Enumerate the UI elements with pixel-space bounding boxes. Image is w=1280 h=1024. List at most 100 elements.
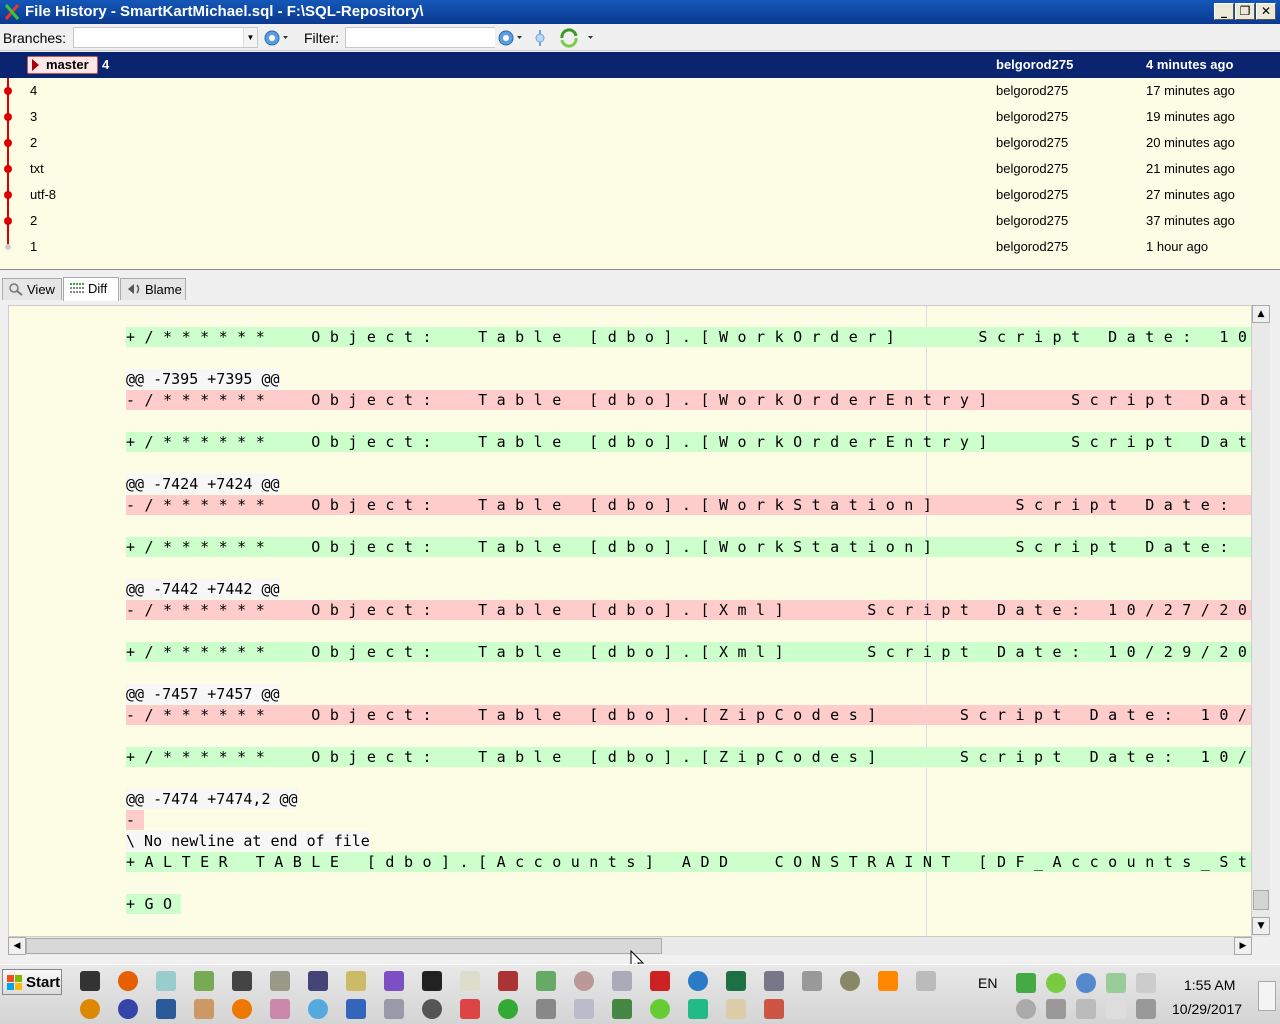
clock-date[interactable]: 10/29/2017: [1172, 1001, 1242, 1017]
commit-row[interactable]: utf-8 belgorod275 27 minutes ago: [0, 182, 1280, 208]
close-button[interactable]: ✕: [1256, 3, 1276, 20]
tray-app-icon[interactable]: [1016, 973, 1036, 993]
commit-row[interactable]: master 4 belgorod275 4 minutes ago: [0, 52, 1280, 78]
tab-label: Blame: [145, 282, 182, 297]
diff-removed-line: -/****** Object: Table [dbo].[WorkOrderE…: [126, 390, 1252, 410]
commit-row[interactable]: 2 belgorod275 37 minutes ago: [0, 208, 1280, 234]
y-app-icon[interactable]: [346, 999, 366, 1019]
tab-view[interactable]: View: [2, 278, 62, 300]
vertical-scroll-thumb[interactable]: [1253, 890, 1269, 910]
branches-label: Branches:: [3, 30, 67, 46]
scroll-down-button[interactable]: ▼: [1252, 917, 1270, 935]
commit-list[interactable]: master 4 belgorod275 4 minutes ago 4 bel…: [0, 52, 1280, 270]
action-center-flag-icon[interactable]: [1106, 999, 1126, 1019]
scroll-right-button[interactable]: ▶: [1234, 937, 1252, 955]
xp-app-icon[interactable]: [574, 999, 594, 1019]
scroll-up-button[interactable]: ▲: [1252, 305, 1270, 323]
commit-row[interactable]: 1 belgorod275 1 hour ago: [0, 234, 1280, 260]
network-app-icon[interactable]: [764, 971, 784, 991]
explorer-app-icon[interactable]: [194, 971, 214, 991]
window-app-icon-2[interactable]: [612, 971, 632, 991]
robot-app-icon[interactable]: [384, 999, 404, 1019]
diff-hunk-header: @@ -7457 +7457 @@: [126, 684, 280, 704]
commit-row[interactable]: 2 belgorod275 20 minutes ago: [0, 130, 1280, 156]
diff-no-newline-note: \ No newline at end of file: [126, 831, 370, 851]
git-extensions-taskbar-icon[interactable]: [346, 971, 366, 991]
chart-app-icon[interactable]: [536, 971, 556, 991]
tray-monitor-icon[interactable]: [1106, 973, 1126, 993]
diff-removed-line: -/****** Object: Table [dbo].[ZipCodes] …: [126, 705, 1252, 725]
folder-icon[interactable]: [726, 999, 746, 1019]
window-app-icon[interactable]: [156, 971, 176, 991]
terminal-icon[interactable]: [80, 971, 100, 991]
filezilla-icon[interactable]: [650, 971, 670, 991]
branches-combo[interactable]: ▼: [73, 27, 258, 48]
tools-app-icon[interactable]: [270, 971, 290, 991]
diff-viewer[interactable]: +/****** Object: Table [dbo].[WorkOrder]…: [8, 305, 1252, 937]
scroll-left-button[interactable]: ◀: [8, 937, 26, 955]
settings-app-icon[interactable]: [840, 971, 860, 991]
soccer-app-icon[interactable]: [422, 999, 442, 1019]
sync-app-icon[interactable]: [650, 999, 670, 1019]
headphones-icon[interactable]: [80, 999, 100, 1019]
vertical-scrollbar[interactable]: ▲ ▼: [1252, 305, 1270, 937]
tray-usb-icon[interactable]: [1136, 973, 1156, 993]
vlc-icon[interactable]: [878, 971, 898, 991]
filter-input[interactable]: [345, 27, 495, 48]
settings-gear-icon[interactable]: [262, 28, 290, 48]
tray-wifi-icon[interactable]: [1046, 999, 1066, 1019]
title-bar: File History - SmartKartMichael.sql - F:…: [0, 0, 1280, 24]
tray-sync-icon[interactable]: [1046, 973, 1066, 993]
tab-label: View: [27, 282, 55, 297]
show-desktop-button[interactable]: [1258, 981, 1276, 1011]
start-button[interactable]: Start: [2, 969, 62, 995]
tray-network-icon[interactable]: [1076, 973, 1096, 993]
commit-row[interactable]: 4 belgorod275 17 minutes ago: [0, 78, 1280, 104]
firefox-icon[interactable]: [118, 971, 138, 991]
copy-app-icon[interactable]: [612, 999, 632, 1019]
speaker-icon[interactable]: [1076, 999, 1096, 1019]
earth-app-icon[interactable]: [498, 999, 518, 1019]
restore-button[interactable]: ❐: [1235, 3, 1255, 20]
language-indicator[interactable]: EN: [978, 975, 997, 991]
monitor-app-icon[interactable]: [156, 999, 176, 1019]
commit-message: 4: [102, 57, 110, 72]
filter-options-gear-icon[interactable]: [496, 28, 524, 48]
commit-author: belgorod275: [996, 239, 1069, 254]
commit-message: 1: [30, 239, 38, 254]
branch-tag-master[interactable]: master: [27, 56, 98, 74]
tools-app-icon-2[interactable]: [916, 971, 936, 991]
cube-app-icon[interactable]: [460, 999, 480, 1019]
minimize-button[interactable]: _: [1214, 3, 1234, 20]
disc-app-icon[interactable]: [574, 971, 594, 991]
notepad-icon[interactable]: [460, 971, 480, 991]
horizontal-scroll-thumb[interactable]: [26, 938, 662, 954]
clock-time[interactable]: 1:55 AM: [1184, 977, 1235, 993]
shapes-app-icon[interactable]: [270, 999, 290, 1019]
eye-app-icon[interactable]: [194, 999, 214, 1019]
refresh-icon[interactable]: [558, 28, 598, 48]
chevron-down-icon[interactable]: ▼: [243, 28, 257, 47]
commit-row[interactable]: txt belgorod275 21 minutes ago: [0, 156, 1280, 182]
excel-icon[interactable]: [726, 971, 746, 991]
fb-app-icon[interactable]: [232, 971, 252, 991]
link-app-icon[interactable]: [308, 971, 328, 991]
rider-app-icon[interactable]: [422, 971, 442, 991]
commit-marker-icon[interactable]: [530, 28, 550, 48]
tray-display-icon[interactable]: [1136, 999, 1156, 1019]
gear-tool-icon[interactable]: [536, 999, 556, 1019]
commit-row[interactable]: 3 belgorod275 19 minutes ago: [0, 104, 1280, 130]
browser-app-icon[interactable]: [688, 971, 708, 991]
tab-blame[interactable]: Blame: [120, 278, 186, 300]
tab-diff[interactable]: Diff: [63, 277, 119, 301]
git-extensions-active-icon[interactable]: [764, 999, 784, 1019]
save-disk-icon[interactable]: [498, 971, 518, 991]
commit-message: 4: [30, 83, 38, 98]
tray-clock-icon[interactable]: [1016, 999, 1036, 1019]
calendar-app-icon[interactable]: [802, 971, 822, 991]
globe-app-icon[interactable]: [118, 999, 138, 1019]
blender-icon[interactable]: [232, 999, 252, 1019]
visual-studio-icon[interactable]: [384, 971, 404, 991]
sphere-app-icon[interactable]: [308, 999, 328, 1019]
git-gui-icon[interactable]: [688, 999, 708, 1019]
